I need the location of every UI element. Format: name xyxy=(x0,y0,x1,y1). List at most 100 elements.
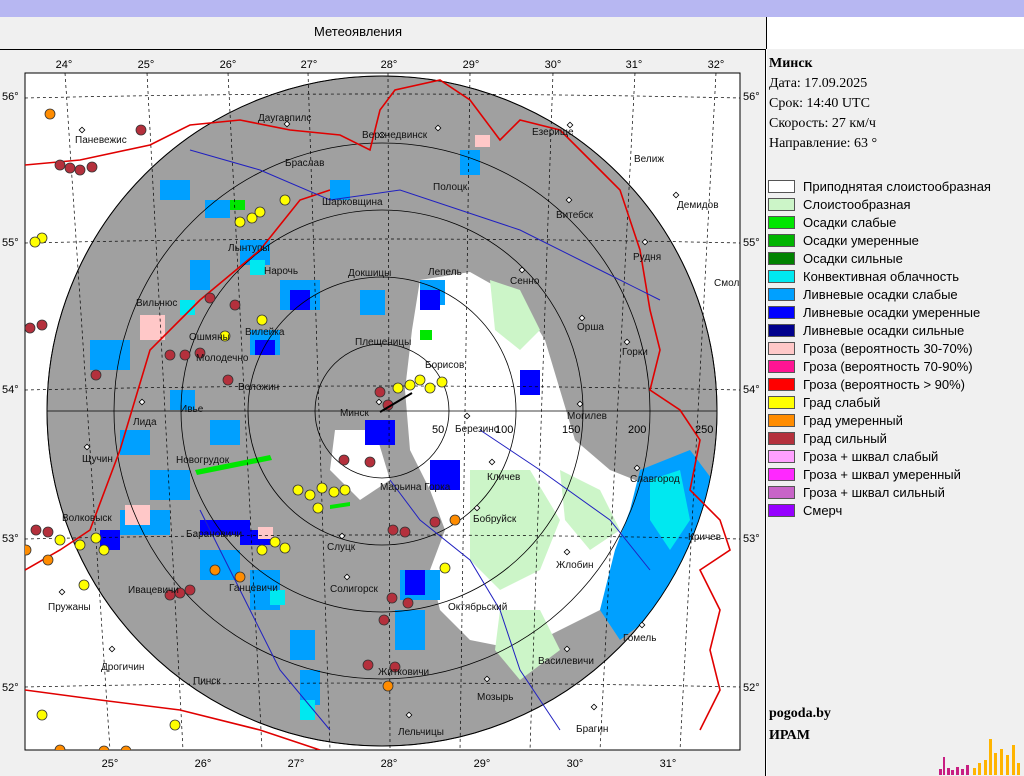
city-label: Верхнедвинск xyxy=(362,130,428,141)
legend-label: Гроза + шквал слабый xyxy=(803,448,939,464)
city-label: Минск xyxy=(340,408,369,419)
legend-label: Осадки сильные xyxy=(803,250,903,266)
range-label: 50 xyxy=(432,424,444,436)
city-label: Пинск xyxy=(193,676,221,687)
city-label: Гомель xyxy=(623,633,656,644)
legend-swatch xyxy=(768,179,795,193)
legend-item: Ливневые осадки умеренные xyxy=(768,303,991,321)
city-label: Нарочь xyxy=(264,266,298,277)
city-label: Воложин xyxy=(238,382,279,393)
city-label: Борисов xyxy=(425,360,464,371)
legend-item: Гроза (вероятность > 90%) xyxy=(768,375,991,393)
city-label: Славгород xyxy=(630,474,680,485)
legend-label: Приподнятая слоистообразная xyxy=(803,178,991,194)
lat-label-right: 56° xyxy=(743,91,760,103)
legend-label: Конвективная облачность xyxy=(803,268,960,284)
city-label: Солигорск xyxy=(330,584,379,595)
city-label: Жлобин xyxy=(556,559,594,571)
lat-label-left: 56° xyxy=(2,91,19,103)
legend-swatch xyxy=(768,251,795,265)
lon-label-top: 32° xyxy=(708,59,725,71)
city-label: Бобруйск xyxy=(473,513,517,525)
legend-swatch xyxy=(768,197,795,211)
legend-item: Конвективная облачность xyxy=(768,267,991,285)
direction-text: Направление: 63 ° xyxy=(769,136,878,151)
lon-label-top: 31° xyxy=(626,59,643,71)
mini-histogram xyxy=(939,739,1020,775)
legend-swatch xyxy=(768,269,795,283)
lat-label-right: 54° xyxy=(743,384,760,396)
city-label: Езерище xyxy=(532,127,574,138)
legend-item: Приподнятая слоистообразная xyxy=(768,177,991,195)
city-label: Даугавпилс xyxy=(258,113,311,124)
range-label: 250 xyxy=(695,424,713,436)
city-label: Марьина Горка xyxy=(380,482,451,493)
legend-item: Гроза (вероятность 30-70%) xyxy=(768,339,991,357)
lon-label-bottom: 27° xyxy=(288,758,305,770)
range-label: 150 xyxy=(562,424,580,436)
legend-swatch xyxy=(768,449,795,463)
lon-label-bottom: 25° xyxy=(102,758,119,770)
lon-label-top: 24° xyxy=(56,59,73,71)
legend-swatch xyxy=(768,323,795,337)
legend-swatch xyxy=(768,413,795,427)
lat-label-right: 55° xyxy=(743,237,760,249)
legend-swatch xyxy=(768,431,795,445)
site-name[interactable]: pogoda.by xyxy=(769,703,831,725)
city-label: Волковыск xyxy=(62,513,112,524)
legend-swatch xyxy=(768,305,795,319)
city-label: Лынтупы xyxy=(228,243,270,254)
legend-item: Град умеренный xyxy=(768,411,991,429)
legend-swatch xyxy=(768,215,795,229)
city-label: Мозырь xyxy=(477,692,513,703)
branding: pogoda.by ИРАМ xyxy=(769,703,831,747)
city-label: Демидов xyxy=(677,200,719,211)
legend-label: Ливневые осадки сильные xyxy=(803,322,965,338)
city-label: Слуцк xyxy=(327,542,356,553)
lat-label-left: 53° xyxy=(2,533,19,545)
legend-item: Ливневые осадки слабые xyxy=(768,285,991,303)
city-label: Плещеницы xyxy=(355,337,411,348)
city-label: Пружаны xyxy=(48,602,91,613)
legend-item: Гроза + шквал сильный xyxy=(768,483,991,501)
speed-text: Скорость: 27 км/ч xyxy=(769,116,876,131)
city-label: Молодечно xyxy=(196,353,249,364)
lon-label-bottom: 28° xyxy=(381,758,398,770)
legend-swatch xyxy=(768,359,795,373)
legend-swatch xyxy=(768,341,795,355)
lat-label-right: 52° xyxy=(743,682,760,694)
radar-map[interactable]: Даугавпилс Верхнедвинск Езерище Велиж Паневе… xyxy=(0,49,766,776)
city-label: Могилев xyxy=(567,411,607,422)
city-label: Лепель xyxy=(428,267,462,278)
lon-label-bottom: 29° xyxy=(474,758,491,770)
city-label: Кричев xyxy=(688,532,721,543)
legend-label: Смерч xyxy=(803,502,843,518)
legend-item: Осадки сильные xyxy=(768,249,991,267)
page-title: Метеоявления xyxy=(314,24,402,39)
city-label: Барановичи xyxy=(186,529,242,540)
legend-label: Ливневые осадки умеренные xyxy=(803,304,981,320)
lon-label-top: 29° xyxy=(463,59,480,71)
city-label: Дрогичин xyxy=(101,662,144,673)
legend-item: Осадки умеренные xyxy=(768,231,991,249)
lon-label-bottom: 26° xyxy=(195,758,212,770)
legend-label: Ливневые осадки слабые xyxy=(803,286,958,302)
lon-label-top: 25° xyxy=(138,59,155,71)
legend-item: Гроза (вероятность 70-90%) xyxy=(768,357,991,375)
legend-swatch xyxy=(768,377,795,391)
legend-swatch xyxy=(768,467,795,481)
station-info: Минск Дата: 17.09.2025 Срок: 14:40 UTC С… xyxy=(769,54,877,154)
legend-label: Гроза (вероятность 70-90%) xyxy=(803,358,973,374)
city-label: Рудня xyxy=(633,252,661,263)
legend-swatch xyxy=(768,395,795,409)
lat-label-left: 54° xyxy=(2,384,19,396)
legend-item: Осадки слабые xyxy=(768,213,991,231)
legend-swatch xyxy=(768,485,795,499)
city-label: Докшицы xyxy=(348,268,391,279)
city-label: Вильнюс xyxy=(136,298,177,309)
legend-swatch xyxy=(768,233,795,247)
legend-item: Смерч xyxy=(768,501,991,519)
legend-label: Град сильный xyxy=(803,430,887,446)
legend-label: Гроза + шквал сильный xyxy=(803,484,945,500)
legend-item: Град сильный xyxy=(768,429,991,447)
